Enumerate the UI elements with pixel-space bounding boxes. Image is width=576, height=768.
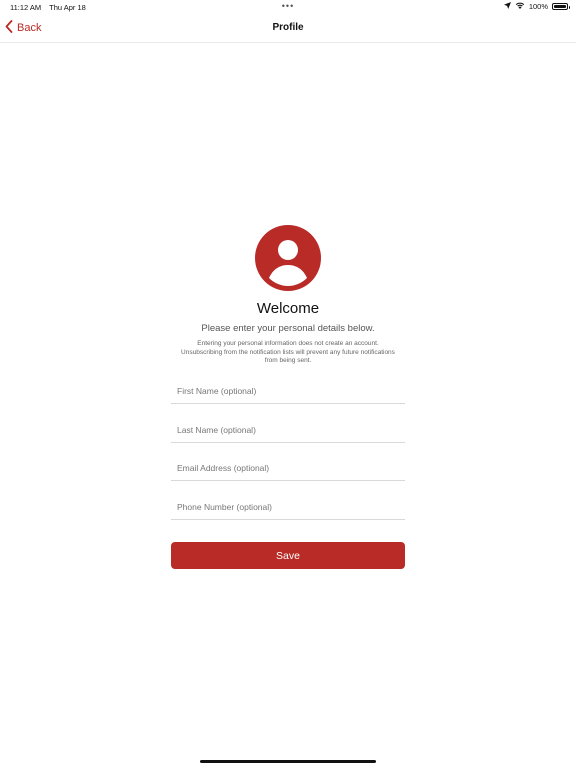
page-title: Profile — [272, 22, 304, 33]
avatar — [255, 225, 321, 291]
status-right: 100% — [503, 2, 570, 11]
battery-fill — [554, 5, 566, 8]
battery-percent: 100% — [528, 2, 548, 11]
chevron-left-icon — [5, 20, 17, 36]
back-label: Back — [17, 22, 42, 34]
profile-form-container: Welcome Please enter your personal detai… — [171, 225, 405, 520]
navigation-bar: Back Profile — [0, 14, 576, 43]
phone-input[interactable] — [171, 481, 405, 520]
save-button[interactable]: Save — [171, 542, 405, 569]
back-button[interactable]: Back — [5, 20, 41, 36]
email-input[interactable] — [171, 442, 405, 481]
status-bar: 11:12 AM Thu Apr 18 ••• 100% — [0, 0, 576, 14]
battery-icon — [552, 3, 570, 10]
location-arrow-icon — [503, 2, 511, 11]
first-name-input[interactable] — [171, 365, 405, 404]
status-left: 11:12 AM Thu Apr 18 — [10, 3, 86, 12]
status-time: 11:12 AM — [10, 3, 42, 12]
status-date: Thu Apr 18 — [49, 3, 86, 12]
welcome-heading: Welcome — [256, 300, 320, 317]
person-icon — [255, 240, 321, 291]
disclaimer-text: Entering your personal information does … — [181, 340, 395, 364]
wifi-icon — [515, 2, 525, 11]
multitasking-dots[interactable]: ••• — [282, 1, 294, 11]
last-name-input[interactable] — [171, 404, 405, 443]
profile-screen: 11:12 AM Thu Apr 18 ••• 100% Back Profil… — [0, 0, 576, 768]
welcome-subtitle: Please enter your personal details below… — [201, 323, 375, 334]
home-indicator[interactable] — [200, 759, 376, 763]
